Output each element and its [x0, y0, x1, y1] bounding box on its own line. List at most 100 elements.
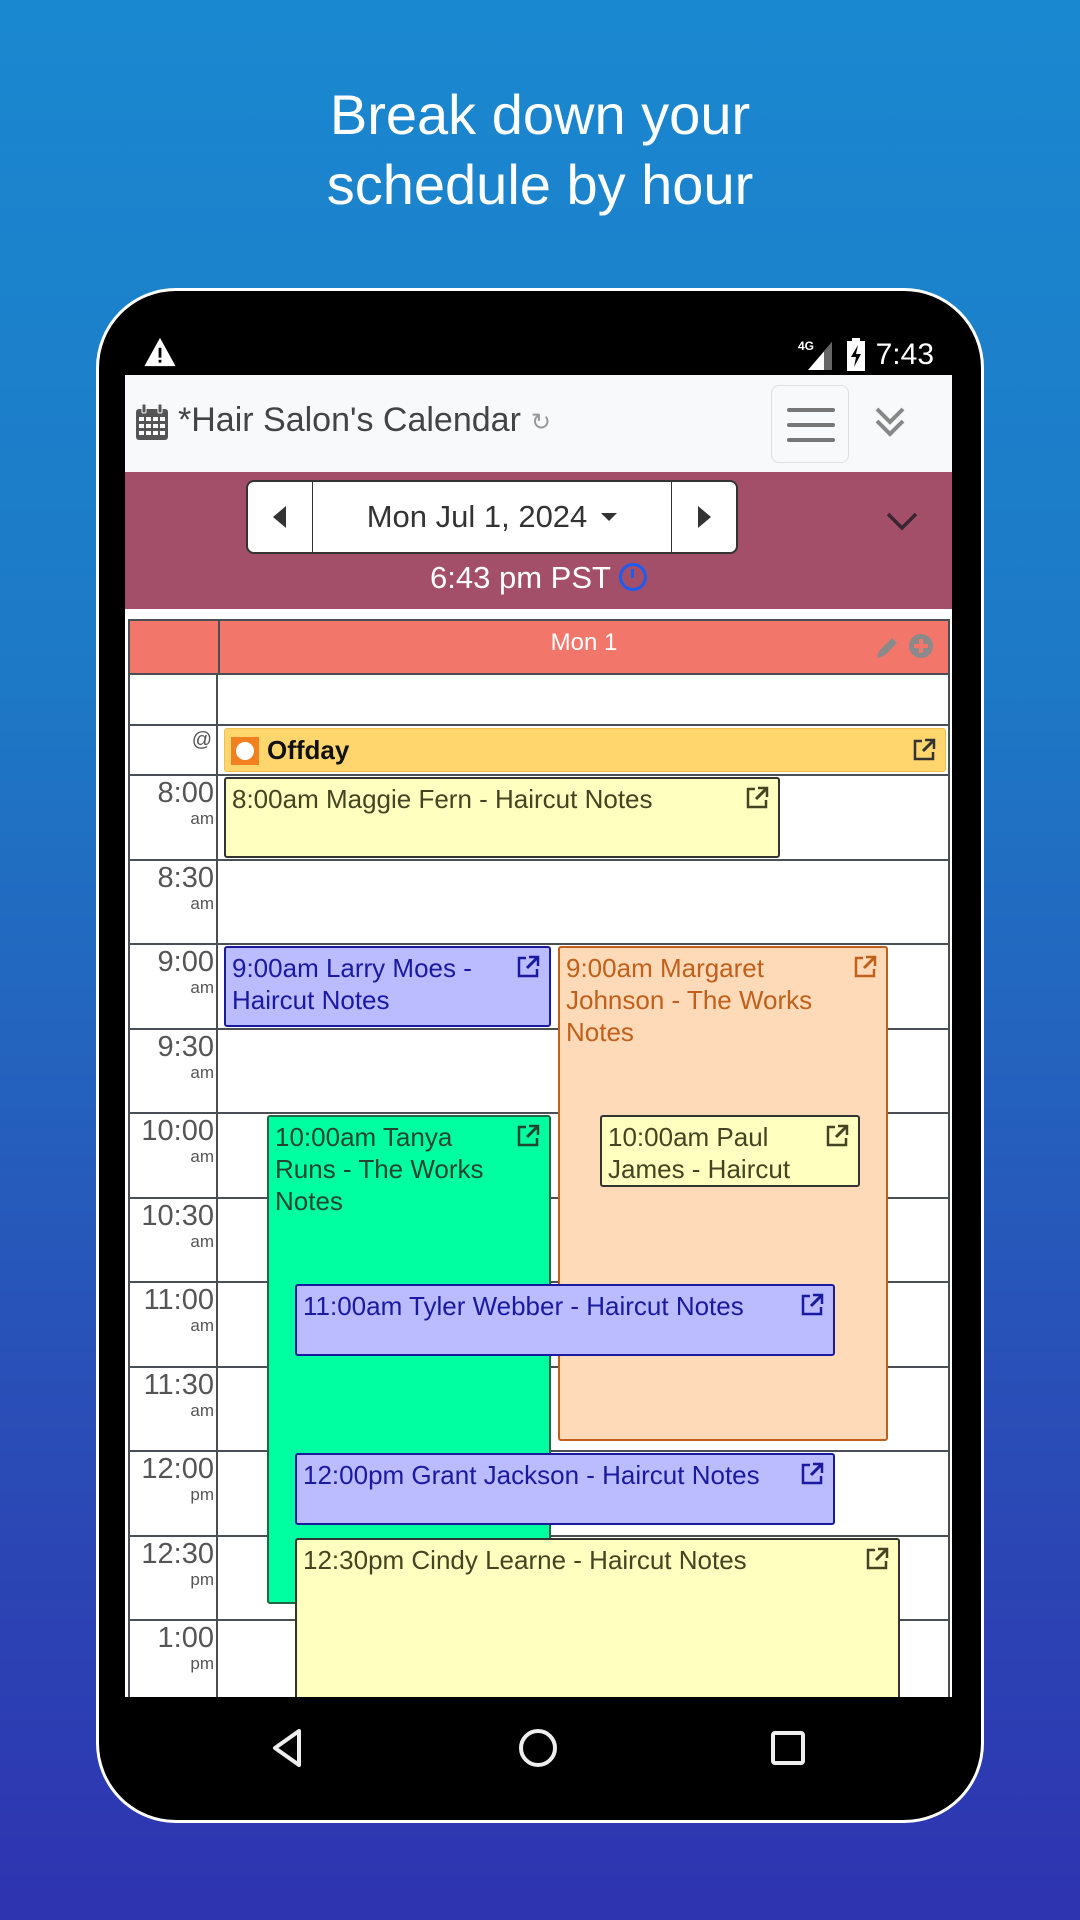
- clock-icon[interactable]: [618, 562, 647, 591]
- time-slot-ampm: pm: [190, 1569, 214, 1589]
- calendar-icon: [136, 403, 168, 440]
- time-slot-time: 9:30: [157, 1030, 214, 1063]
- time-slot-time: 1:00: [157, 1622, 214, 1654]
- calendar-event[interactable]: 12:30pm Cindy Learne - Haircut Notes: [295, 1537, 900, 1697]
- time-slot-ampm: am: [190, 1231, 214, 1251]
- time-slot-ampm: am: [190, 1147, 214, 1166]
- external-link-icon[interactable]: [852, 954, 878, 980]
- menu-button[interactable]: [771, 385, 849, 463]
- time-slot-label: 8:00 am: [128, 777, 214, 829]
- calendar-event[interactable]: 11:00am Tyler Webber - Haircut Notes: [295, 1284, 835, 1357]
- external-link-icon[interactable]: [864, 1546, 890, 1572]
- offday-label: Offday: [267, 735, 350, 765]
- next-day-button[interactable]: [671, 482, 736, 552]
- grid-line: [128, 858, 950, 861]
- day-header-label[interactable]: Mon 1: [220, 629, 948, 657]
- status-time: 7:43: [875, 338, 934, 371]
- time-slot-label: 12:00 pm: [128, 1453, 214, 1505]
- event-title: 10:00am Tanya Runs - The Works Notes: [275, 1122, 484, 1216]
- grid-column-line: [948, 675, 950, 1697]
- menu-icon-bar: [787, 423, 835, 427]
- time-slot-ampm: am: [190, 1316, 214, 1335]
- time-slot-time: 8:00: [157, 777, 214, 809]
- home-button[interactable]: [515, 1725, 561, 1771]
- event-title: 9:00am Margaret Johnson - The Works Note…: [566, 953, 813, 1047]
- calendar-event[interactable]: 8:00am Maggie Fern - Haircut Notes: [224, 777, 780, 858]
- external-link-icon[interactable]: [515, 1123, 541, 1149]
- system-navigation-bar: [125, 1697, 952, 1797]
- selected-date: Mon Jul 1, 2024: [366, 499, 588, 534]
- headline-line-1: Break down your: [329, 83, 751, 146]
- date-picker-dropdown[interactable]: Mon Jul 1, 2024: [313, 482, 671, 552]
- date-navigator: Mon Jul 1, 2024: [246, 480, 738, 554]
- caret-left-icon: [273, 506, 286, 528]
- offday-icon: [231, 737, 259, 765]
- external-link-icon[interactable]: [911, 737, 937, 763]
- calendar-event[interactable]: 9:00am Larry Moes - Haircut Notes: [224, 946, 551, 1027]
- double-chevron-down-icon[interactable]: [865, 397, 915, 447]
- calendar-event[interactable]: 12:00pm Grant Jackson - Haircut Notes: [295, 1453, 835, 1526]
- time-slot-time: 10:30: [141, 1199, 214, 1232]
- pencil-icon[interactable]: [874, 635, 900, 661]
- time-slot-ampm: am: [190, 809, 214, 828]
- current-time: 6:43 pm PST: [125, 560, 952, 596]
- calendar-title[interactable]: *Hair Salon's Calendar ↻: [178, 401, 551, 440]
- event-title: 8:00am Maggie Fern - Haircut Notes: [232, 784, 653, 814]
- back-button[interactable]: [265, 1725, 311, 1771]
- calendar-event[interactable]: 10:00am Paul James - Haircut: [600, 1115, 860, 1188]
- time-slot-ampm: am: [190, 1062, 214, 1082]
- recents-button[interactable]: [765, 1725, 811, 1771]
- time-slot-time: 8:30: [157, 861, 214, 894]
- time-slot-ampm: pm: [190, 1485, 214, 1504]
- time-slot-label: 10:00 am: [128, 1115, 214, 1167]
- time-slot-label: 10:30 am: [128, 1200, 214, 1252]
- grid-column-line: [216, 675, 218, 1697]
- calendar-event[interactable]: 9:00am Margaret Johnson - The Works Note…: [558, 946, 888, 1441]
- caret-down-icon: [601, 513, 618, 521]
- external-link-icon[interactable]: [799, 1461, 825, 1487]
- event-title: 10:00am Paul James - Haircut: [608, 1122, 791, 1184]
- add-event-icon[interactable]: [908, 633, 934, 659]
- event-title: 11:00am Tyler Webber - Haircut Notes: [303, 1291, 744, 1321]
- external-link-icon[interactable]: [824, 1123, 850, 1149]
- menu-icon-bar: [787, 438, 835, 442]
- caret-right-icon: [698, 506, 711, 528]
- headline-line-2: schedule by hour: [326, 153, 754, 216]
- headline: Break down your schedule by hour: [0, 80, 1080, 220]
- time-slot-time: 12:30: [141, 1537, 214, 1570]
- external-link-icon[interactable]: [799, 1292, 825, 1318]
- sync-icon[interactable]: ↻: [531, 408, 551, 437]
- time-slot-time: 11:00: [143, 1284, 214, 1316]
- external-link-icon[interactable]: [515, 954, 541, 980]
- time-slot-time: 9:00: [157, 946, 214, 978]
- event-title: 12:00pm Grant Jackson - Haircut Notes: [303, 1460, 760, 1490]
- status-bar: 4G 7:43: [125, 335, 952, 375]
- time-slot-ampm: am: [190, 1400, 214, 1420]
- all-day-event-offday[interactable]: Offday: [224, 728, 946, 772]
- time-slot-ampm: pm: [190, 1654, 214, 1673]
- time-slot-label: 1:00 pm: [128, 1622, 214, 1674]
- external-link-icon[interactable]: [744, 785, 770, 811]
- grid-line: [128, 724, 950, 726]
- signal-icon: 4G: [798, 339, 832, 370]
- svg-text:4G: 4G: [798, 339, 814, 353]
- previous-day-button[interactable]: [248, 482, 313, 552]
- grid-line: [128, 943, 950, 945]
- date-navigation-band: Mon Jul 1, 2024 6:43 pm PST: [125, 472, 952, 609]
- time-slot-time: 11:30: [143, 1368, 214, 1401]
- app-screen: *Hair Salon's Calendar ↻ Mon Jul 1, 2024: [125, 375, 952, 1697]
- chevron-down-icon[interactable]: [882, 502, 922, 542]
- time-slot-label: 9:30 am: [128, 1031, 214, 1083]
- day-grid: Mon 1 @ Offday 8:00 am 8:30 am 9:00 am 9:30 am 1…: [128, 619, 950, 1697]
- all-day-marker: @: [191, 729, 212, 751]
- menu-icon-bar: [787, 408, 835, 412]
- battery-charging-icon: [846, 338, 865, 371]
- title-bar: *Hair Salon's Calendar ↻: [125, 375, 952, 472]
- grid-line: [128, 774, 950, 776]
- calendar-title-text: *Hair Salon's Calendar: [178, 401, 521, 439]
- event-title: 12:30pm Cindy Learne - Haircut Notes: [303, 1544, 747, 1575]
- warning-icon: [144, 337, 176, 367]
- time-slot-label: 9:00 am: [128, 946, 214, 998]
- calendar-event[interactable]: 10:00am Tanya Runs - The Works Notes: [267, 1115, 551, 1605]
- time-slot-ampm: am: [190, 893, 214, 913]
